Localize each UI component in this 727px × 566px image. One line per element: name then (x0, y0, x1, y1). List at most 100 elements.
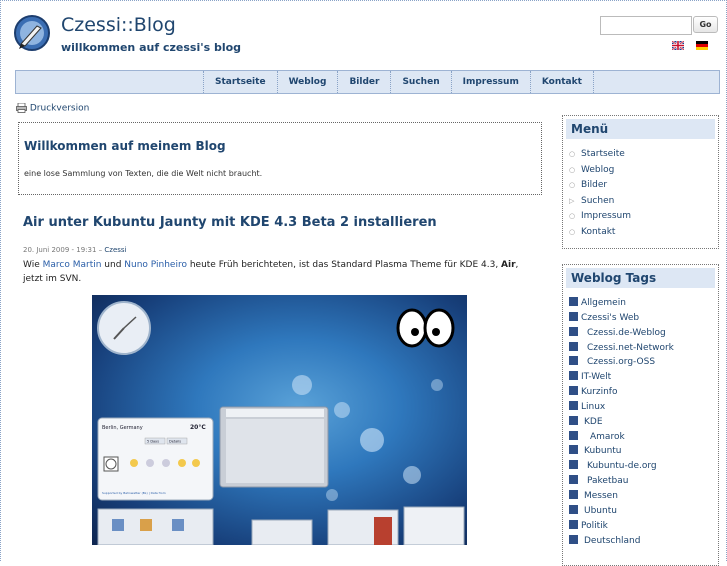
tag-item[interactable]: Czessi.de-Weblog (569, 326, 718, 341)
tag-item[interactable]: Kurzinfo (569, 385, 718, 400)
sidebar-menu-item-impressum[interactable]: ○ Impressum (569, 209, 718, 225)
tag-item[interactable]: Kubuntu (569, 444, 718, 459)
rss-icon[interactable] (569, 326, 578, 336)
tag-item[interactable]: Linux (569, 400, 718, 415)
tag-label: Kubuntu (584, 446, 622, 457)
rss-icon[interactable] (569, 311, 578, 321)
site-title[interactable]: Czessi::Blog (61, 14, 176, 36)
tag-item[interactable]: Politik (569, 519, 718, 534)
rss-icon[interactable] (569, 430, 578, 440)
tag-label: Czessi's Web (581, 312, 640, 323)
nav-item-weblog[interactable]: Weblog (276, 71, 338, 93)
post-bold-air: Air (501, 260, 516, 270)
post-date: 20. Juni 2009 - 19:31 (23, 246, 97, 254)
flag-de-icon[interactable] (696, 41, 708, 50)
tag-label: Ubuntu (584, 505, 617, 516)
tag-item[interactable]: Czessi.net-Network (569, 341, 718, 356)
tag-item[interactable]: IT-Welt (569, 370, 718, 385)
sidebar-menu-label: Suchen (581, 195, 615, 206)
rss-icon[interactable] (569, 415, 578, 425)
welcome-title: Willkommen auf meinem Blog (24, 139, 226, 153)
tag-item[interactable]: Allgemein (569, 296, 718, 311)
flag-uk-icon[interactable] (671, 40, 685, 51)
print-label: Druckversion (29, 103, 90, 114)
rss-icon[interactable] (569, 341, 578, 351)
weather-data-link: Supported by Bahnwetter (BL) | Data from (102, 491, 166, 495)
post-title[interactable]: Air unter Kubuntu Jaunty mit KDE 4.3 Bet… (23, 215, 437, 230)
tag-item[interactable]: Messen (569, 489, 718, 504)
tag-label: Czessi.de-Weblog (587, 327, 666, 338)
nav-item-suchen[interactable]: Suchen (390, 71, 450, 93)
marco-martin-link[interactable]: Marco Martin (43, 260, 102, 270)
tag-item[interactable]: Deutschland (569, 534, 718, 549)
rss-icon[interactable] (569, 534, 578, 544)
nav-item-impressum[interactable]: Impressum (450, 71, 530, 93)
nuno-pinheiro-link[interactable]: Nuno Pinheiro (124, 260, 187, 270)
search-input[interactable] (600, 16, 692, 35)
tag-label: Allgemein (581, 298, 626, 308)
tag-item[interactable]: KDE (569, 415, 718, 430)
sidebar-menu-item-kontakt[interactable]: ○ Kontakt (569, 225, 718, 241)
sidebar-tags-box: Weblog Tags Allgemein Czessi's Web Czess… (562, 264, 719, 566)
printer-icon (16, 102, 27, 113)
tag-label: Amarok (590, 431, 625, 442)
weather-location: Berlin, Germany (102, 425, 143, 431)
circle-bullet-icon: ○ (569, 150, 576, 158)
kde-desktop-screenshot[interactable]: Berlin, Germany 20°C 5 Days Details Supp… (92, 295, 467, 545)
triangle-bullet-icon: ▷ (569, 196, 575, 205)
tag-item[interactable]: Paketbau (569, 474, 718, 489)
circle-bullet-icon: ○ (569, 181, 576, 190)
sidebar-menu-item-suchen[interactable]: ▷ Suchen (569, 194, 718, 210)
post-text-1: Wie (23, 260, 43, 270)
rss-icon[interactable] (569, 460, 578, 470)
sidebar-menu-item-bilder[interactable]: ○ Bilder (569, 178, 718, 194)
rss-icon[interactable] (569, 475, 578, 485)
sidebar-menu-item-weblog[interactable]: ○ Weblog (569, 163, 718, 179)
nav-item-bilder[interactable]: Bilder (337, 71, 390, 93)
tag-label: Politik (581, 520, 608, 531)
tag-item[interactable]: Czessi's Web (569, 311, 718, 326)
sidebar-menu-box: Menü ○ Startseite ○ Weblog ○ Bilder ▷ Suchen… (562, 115, 719, 249)
tag-label: Kubuntu-de.org (587, 461, 657, 472)
tag-item[interactable]: Ubuntu (569, 504, 718, 519)
sidebar-menu-item-startseite[interactable]: ○ Startseite (569, 147, 718, 163)
nav-item-startseite[interactable]: Startseite (203, 71, 277, 93)
print-link[interactable]: Druckversion (16, 102, 90, 114)
tag-label: IT-Welt (581, 372, 612, 383)
rss-icon[interactable] (569, 504, 578, 514)
post-meta: 20. Juni 2009 - 19:31 – Czessi (23, 246, 127, 254)
tag-label: Czessi.org-OSS (587, 357, 656, 368)
circle-bullet-icon: ○ (569, 165, 576, 174)
post-author-link[interactable]: Czessi (104, 246, 126, 254)
rss-icon[interactable] (569, 356, 578, 366)
rss-icon[interactable] (569, 445, 578, 455)
tag-item[interactable]: Kubuntu-de.org (569, 459, 718, 474)
main-nav: Startseite Weblog Bilder Suchen Impressu… (15, 70, 720, 94)
weather-tab-details: Details (169, 440, 181, 444)
tag-label: KDE (584, 416, 603, 427)
weather-temperature: 20°C (190, 424, 206, 431)
rss-icon[interactable] (569, 386, 578, 396)
rss-icon[interactable] (569, 297, 578, 306)
tag-label: Paketbau (587, 476, 629, 487)
logo[interactable] (13, 14, 51, 52)
site-subtitle: willkommen auf czessi's blog (61, 41, 242, 54)
tag-label: Linux (581, 401, 606, 412)
sidebar-menu-label: Bilder (581, 180, 608, 191)
tag-item[interactable]: Czessi.org-OSS (569, 355, 718, 370)
rss-icon[interactable] (569, 400, 578, 410)
rss-icon[interactable] (569, 519, 578, 529)
tag-item[interactable]: Amarok (569, 430, 718, 445)
sidebar-menu-title: Menü (566, 119, 715, 139)
tag-label: Deutschland (584, 535, 641, 546)
nav-item-kontakt[interactable]: Kontakt (529, 71, 594, 93)
tag-label: Messen (584, 490, 618, 501)
post-body: Wie Marco Martin und Nuno Pinheiro heute… (23, 258, 535, 286)
welcome-text: eine lose Sammlung von Texten, die die W… (24, 169, 263, 178)
circle-bullet-icon: ○ (569, 212, 576, 221)
weather-tab-5days: 5 Days (147, 440, 159, 444)
sidebar-menu-label: Startseite (581, 149, 625, 159)
go-button[interactable]: Go (693, 16, 718, 33)
rss-icon[interactable] (569, 371, 578, 381)
rss-icon[interactable] (569, 489, 578, 499)
